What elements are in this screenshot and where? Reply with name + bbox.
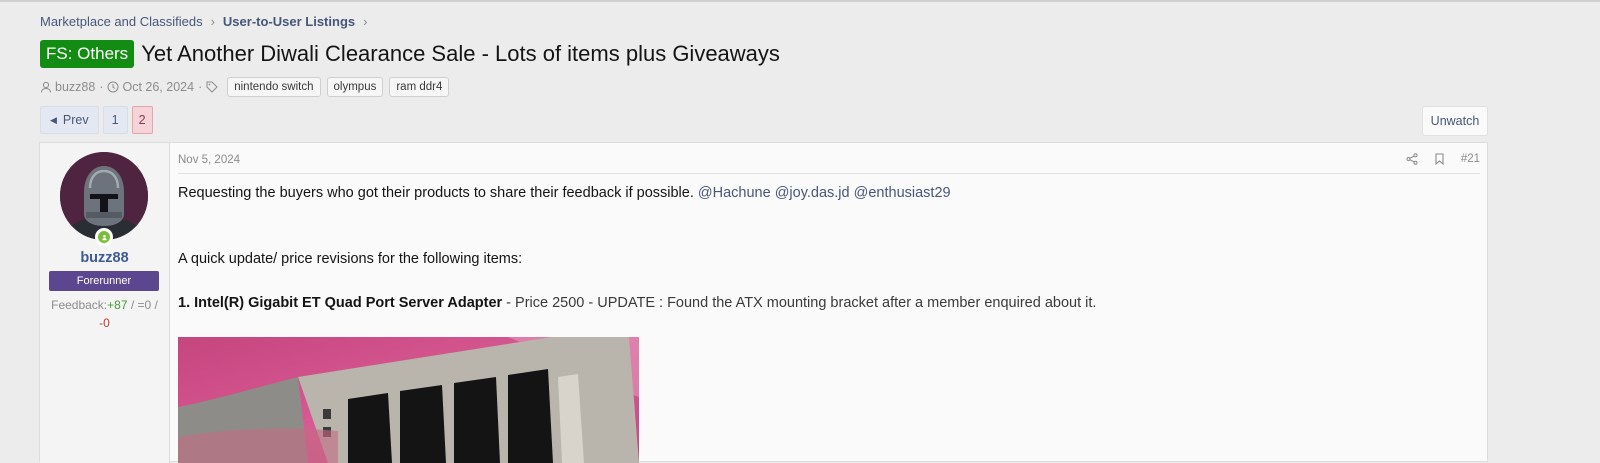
mention-hachune[interactable]: @Hachune <box>698 185 771 201</box>
feedback-separator: / <box>127 298 138 312</box>
page-2-current[interactable]: 2 <box>131 106 153 134</box>
tag-nintendo-switch[interactable]: nintendo switch <box>227 77 321 97</box>
feedback-positive: +87 <box>107 298 128 312</box>
user-title-badge: Forerunner <box>49 271 159 291</box>
post-21: buzz88 Forerunner Feedback:+87 / =0 / -0… <box>39 142 1488 463</box>
product-photo[interactable] <box>178 337 639 463</box>
tag-icon <box>206 81 218 93</box>
post-item-1: 1. Intel(R) Gigabit ET Quad Port Server … <box>178 295 1096 311</box>
top-border <box>0 0 1600 2</box>
thread-author[interactable]: buzz88 <box>55 80 95 94</box>
chevron-right-icon: › <box>210 14 215 29</box>
mention-joy-das-jd[interactable]: @joy.das.jd <box>775 185 850 201</box>
share-icon[interactable] <box>1406 153 1418 165</box>
post-actions: #21 <box>1390 153 1480 165</box>
thread-meta: buzz88 · Oct 26, 2024 · nintendo switch … <box>40 77 450 97</box>
avatar-image <box>60 152 148 240</box>
page-1-link[interactable]: 1 <box>102 106 128 134</box>
tag-ram-ddr4[interactable]: ram ddr4 <box>389 77 450 97</box>
separator-dot: · <box>198 80 203 94</box>
separator-dot: · <box>99 80 104 94</box>
prev-page-button[interactable]: ◀ Prev <box>40 106 99 134</box>
network-adapter-image <box>178 337 639 463</box>
post-header: Nov 5, 2024 #21 <box>178 153 1480 174</box>
feedback-label: Feedback: <box>51 298 108 312</box>
online-status-icon <box>95 228 113 246</box>
thread-title-row: FS: Others Yet Another Diwali Clearance … <box>40 40 780 68</box>
post-number-link[interactable]: #21 <box>1461 153 1480 165</box>
mention-enthusiast29[interactable]: @enthusiast29 <box>854 185 951 201</box>
post-line-feedback: Requesting the buyers who got their prod… <box>178 185 951 201</box>
breadcrumb: Marketplace and Classifieds › User-to-Us… <box>40 14 375 29</box>
item-1-name: 1. Intel(R) Gigabit ET Quad Port Server … <box>178 295 503 311</box>
tag-olympus[interactable]: olympus <box>326 77 384 97</box>
thread-title: Yet Another Diwali Clearance Sale - Lots… <box>141 41 780 66</box>
feedback-neutral: =0 <box>137 298 152 312</box>
feedback-negative: -0 <box>99 316 110 330</box>
post-username[interactable]: buzz88 <box>40 250 169 266</box>
user-feedback[interactable]: Feedback:+87 / =0 / -0 <box>46 296 163 332</box>
chevron-left-icon: ◀ <box>50 114 57 125</box>
breadcrumb-item-marketplace[interactable]: Marketplace and Classifieds <box>40 14 203 29</box>
item-1-details: - Price 2500 - UPDATE : Found the ATX mo… <box>502 295 1097 311</box>
prev-label: Prev <box>62 113 89 127</box>
thread-date[interactable]: Oct 26, 2024 <box>122 80 194 94</box>
thread-prefix-badge[interactable]: FS: Others <box>40 40 135 68</box>
breadcrumb-item-listings[interactable]: User-to-User Listings <box>223 14 355 29</box>
clock-icon <box>107 81 119 93</box>
page-nav: ◀ Prev 1 2 <box>40 106 157 134</box>
feedback-request-text: Requesting the buyers who got their prod… <box>178 185 698 201</box>
post-line-update: A quick update/ price revisions for the … <box>178 251 523 267</box>
user-icon <box>41 81 51 93</box>
unwatch-button[interactable]: Unwatch <box>1422 106 1488 136</box>
post-date[interactable]: Nov 5, 2024 <box>178 154 240 166</box>
feedback-separator: / <box>151 298 158 312</box>
avatar[interactable] <box>60 152 148 240</box>
chevron-right-icon: › <box>363 14 368 29</box>
bookmark-icon[interactable] <box>1434 153 1445 165</box>
post-user-cell: buzz88 Forerunner Feedback:+87 / =0 / -0 <box>40 143 170 463</box>
